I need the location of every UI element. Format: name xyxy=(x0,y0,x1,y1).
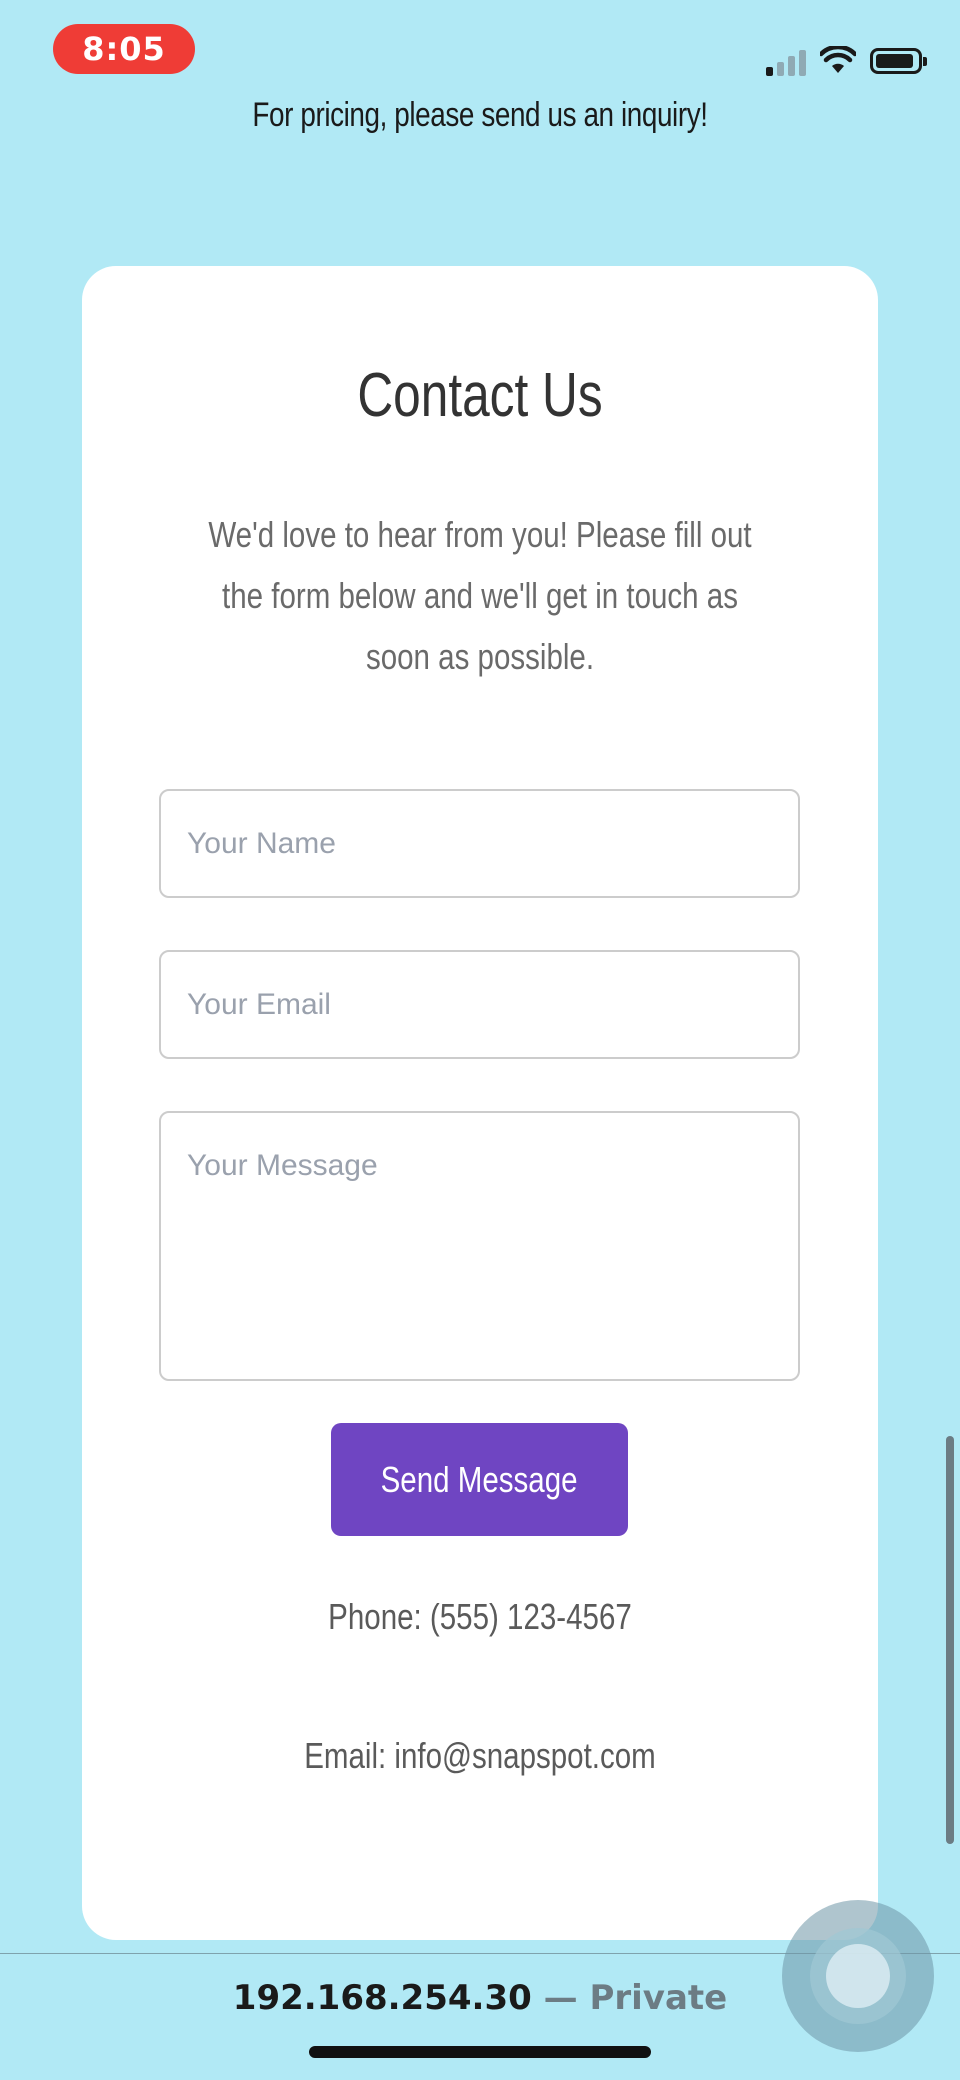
assistive-touch-button[interactable] xyxy=(782,1900,934,2052)
url-separator: — xyxy=(543,1978,578,2018)
name-field[interactable] xyxy=(159,789,800,898)
email-text: Email: info@snapspot.com xyxy=(304,1735,656,1776)
pricing-note: For pricing, please send us an inquiry! xyxy=(252,96,708,134)
battery-icon xyxy=(870,48,927,74)
status-icons xyxy=(766,36,927,76)
send-message-label: Send Message xyxy=(381,1458,578,1500)
phone-text: Phone: (555) 123-4567 xyxy=(328,1596,632,1637)
status-time: 8:05 xyxy=(53,24,195,74)
page-scrollbar[interactable] xyxy=(946,1436,954,1844)
signal-icon xyxy=(766,46,806,76)
url-host: 192.168.254.30 xyxy=(232,1978,532,2018)
wifi-icon xyxy=(820,46,856,73)
contact-intro: We'd love to hear from you! Please fill … xyxy=(208,514,752,677)
home-indicator[interactable] xyxy=(309,2046,651,2058)
contact-title: Contact Us xyxy=(357,361,603,430)
email-field[interactable] xyxy=(159,950,800,1059)
send-message-button[interactable]: Send Message xyxy=(331,1423,628,1536)
private-mode-label: Private xyxy=(589,1978,728,2018)
message-field[interactable] xyxy=(159,1111,800,1381)
